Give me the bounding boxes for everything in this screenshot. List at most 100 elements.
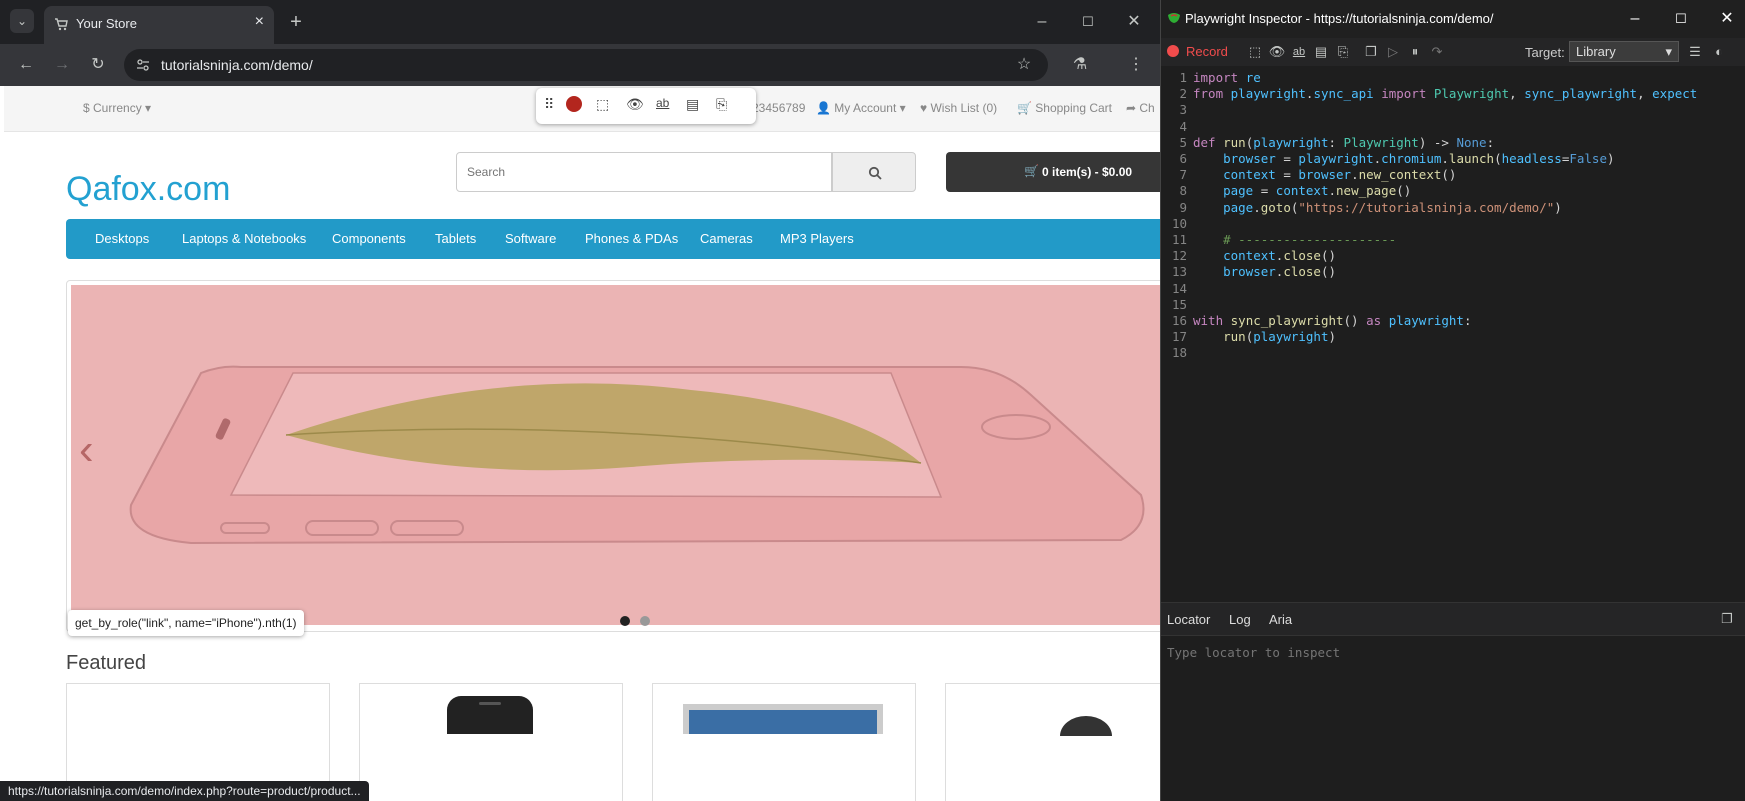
assert-visibility-icon[interactable]: 👁 bbox=[626, 96, 644, 113]
macbook-thumbnail bbox=[683, 704, 883, 734]
nav-cameras[interactable]: Cameras bbox=[700, 231, 753, 246]
assert-value-icon[interactable]: ▤ bbox=[686, 96, 699, 113]
chevron-down-icon: ▾ bbox=[1665, 44, 1672, 59]
code-line[interactable]: 18 bbox=[1161, 345, 1193, 363]
record-icon[interactable] bbox=[566, 96, 582, 112]
pause-icon[interactable]: ⏸ bbox=[1403, 40, 1427, 64]
assert-text-icon[interactable]: ab bbox=[1287, 40, 1311, 64]
step-over-icon[interactable]: ↷ bbox=[1425, 40, 1449, 64]
search-button[interactable] bbox=[832, 152, 916, 192]
my-account-dropdown[interactable]: 👤 My Account ▾ bbox=[816, 101, 906, 115]
currency-dropdown[interactable]: $ Currency ▾ bbox=[83, 101, 151, 115]
store-logo[interactable]: Qafox.com bbox=[66, 170, 230, 209]
drag-handle-icon[interactable]: ⠿ bbox=[544, 96, 554, 113]
nav-components[interactable]: Components bbox=[332, 231, 406, 246]
product-card[interactable] bbox=[652, 683, 916, 801]
cart-button[interactable]: 🛒 0 item(s) - $0.00 bbox=[946, 152, 1160, 192]
inspector-toolbar: Record ⬚ 👁 ab ▤ ⎘ ❐ ▷ ⏸ ↷ Target: Librar… bbox=[1161, 38, 1745, 66]
slider-dot-2[interactable] bbox=[640, 616, 650, 626]
wish-list-link[interactable]: ♥ Wish List (0) bbox=[920, 101, 997, 115]
nav-mp3-players[interactable]: MP3 Players bbox=[780, 231, 854, 246]
slider-dot-1[interactable] bbox=[620, 616, 630, 626]
tab-your-store[interactable]: Your Store × bbox=[44, 6, 274, 44]
line-number: 9 bbox=[1179, 199, 1187, 215]
tab-locator[interactable]: Locator bbox=[1167, 612, 1210, 627]
line-number: 11 bbox=[1171, 232, 1187, 247]
inspector-maximize-icon[interactable]: ☐ bbox=[1669, 7, 1693, 31]
minimize-icon[interactable]: – bbox=[1030, 10, 1054, 34]
code-line[interactable]: 2 from playwright.sync_api import Playwri… bbox=[1161, 86, 1697, 104]
search-icon bbox=[868, 166, 882, 180]
iphone-slide-image[interactable]: ‹ bbox=[71, 285, 1160, 625]
settings-lines-icon[interactable]: ☰ bbox=[1683, 40, 1707, 64]
line-number: 17 bbox=[1171, 329, 1187, 345]
my-account-label: My Account bbox=[834, 101, 897, 115]
inspector-title: Playwright Inspector - https://tutorials… bbox=[1185, 11, 1494, 26]
copy-locator-icon[interactable]: ❐ bbox=[1715, 607, 1739, 631]
assert-visibility-icon[interactable]: 👁 bbox=[1265, 40, 1289, 64]
nav-desktops[interactable]: Desktops bbox=[95, 231, 149, 246]
nav-software[interactable]: Software bbox=[505, 231, 556, 246]
forward-icon[interactable]: → bbox=[50, 53, 74, 77]
pick-locator-icon[interactable]: ⬚ bbox=[596, 96, 609, 113]
tab-close-icon[interactable]: × bbox=[255, 13, 264, 31]
target-select[interactable]: Library ▾ bbox=[1569, 41, 1679, 62]
shopping-cart-link[interactable]: 🛒 Shopping Cart bbox=[1017, 101, 1112, 115]
line-number: 6 bbox=[1179, 151, 1187, 166]
hero-slider: ‹ bbox=[66, 280, 1160, 632]
labs-flask-icon[interactable]: ⚗ bbox=[1068, 53, 1092, 77]
url-text: tutorialsninja.com/demo/ bbox=[161, 57, 313, 73]
assert-value-icon[interactable]: ▤ bbox=[1309, 40, 1333, 64]
browser-menu-icon[interactable]: ⋮ bbox=[1124, 53, 1148, 77]
tab-log[interactable]: Log bbox=[1229, 612, 1251, 627]
line-number: 3 bbox=[1179, 102, 1187, 118]
inspector-bottom-tabs: Locator Log Aria ❐ bbox=[1161, 602, 1745, 636]
inspector-close-icon[interactable]: ✕ bbox=[1715, 7, 1739, 31]
new-tab-icon[interactable]: + bbox=[284, 10, 308, 34]
cart-label: 0 item(s) - $0.00 bbox=[1042, 165, 1133, 179]
cart-favicon-icon bbox=[55, 18, 68, 31]
playwright-logo-icon bbox=[1168, 13, 1180, 23]
assert-snapshot-icon[interactable]: ⎘ bbox=[716, 96, 727, 113]
pick-locator-icon[interactable]: ⬚ bbox=[1243, 40, 1267, 64]
tab-search-icon[interactable]: ⌄ bbox=[10, 9, 34, 33]
site-info-icon[interactable] bbox=[136, 58, 150, 72]
phone-number[interactable]: 23456789 bbox=[752, 101, 805, 115]
iphone-illustration bbox=[129, 365, 1145, 545]
line-number: 1 bbox=[1179, 70, 1187, 85]
category-nav: Desktops Laptops & Notebooks Components … bbox=[66, 219, 1160, 259]
maximize-icon[interactable]: ☐ bbox=[1076, 10, 1100, 34]
checkout-link[interactable]: ➦ Ch bbox=[1126, 101, 1155, 115]
address-bar[interactable]: tutorialsninja.com/demo/ ☆ bbox=[124, 49, 1048, 81]
close-window-icon[interactable]: ✕ bbox=[1122, 10, 1146, 34]
generated-code-editor[interactable]: 1 import re 2 from playwright.sync_api impo… bbox=[1161, 70, 1745, 600]
assert-snapshot-icon[interactable]: ⎘ bbox=[1331, 40, 1355, 64]
back-icon[interactable]: ← bbox=[14, 53, 38, 77]
product-card[interactable] bbox=[945, 683, 1160, 801]
bookmark-star-icon[interactable]: ☆ bbox=[1012, 53, 1036, 77]
resume-icon[interactable]: ▷ bbox=[1381, 40, 1405, 64]
theme-toggle-icon[interactable]: ◐ bbox=[1707, 40, 1731, 64]
line-number: 12 bbox=[1171, 248, 1187, 264]
playwright-overlay-toolbar: ⠿ ⬚ 👁 ab ▤ ⎘ bbox=[536, 88, 756, 124]
code-line[interactable]: 9 page.goto("https://tutorialsninja.com/… bbox=[1161, 199, 1561, 218]
search-input[interactable] bbox=[457, 153, 831, 191]
record-label: Record bbox=[1186, 44, 1228, 59]
featured-heading: Featured bbox=[66, 652, 147, 674]
product-card[interactable] bbox=[359, 683, 623, 801]
locator-input[interactable] bbox=[1167, 642, 1727, 662]
browser-toolbar: ← → ↻ tutorialsninja.com/demo/ ☆ ⚗ ⋮ bbox=[0, 44, 1160, 86]
copy-icon[interactable]: ❐ bbox=[1359, 40, 1383, 64]
locator-tooltip: get_by_role("link", name="iPhone").nth(1… bbox=[68, 610, 304, 636]
assert-text-icon[interactable]: ab bbox=[656, 96, 669, 110]
inspector-minimize-icon[interactable]: – bbox=[1623, 7, 1647, 31]
nav-phones[interactable]: Phones & PDAs bbox=[585, 231, 678, 246]
line-number: 7 bbox=[1179, 167, 1187, 183]
slider-prev-icon[interactable]: ‹ bbox=[79, 425, 94, 475]
reload-icon[interactable]: ↻ bbox=[86, 53, 110, 77]
nav-laptops[interactable]: Laptops & Notebooks bbox=[182, 231, 306, 246]
browser-window: ⌄ Your Store × + – ☐ ✕ ← → ↻ tutorialsni… bbox=[0, 0, 1160, 801]
nav-tablets[interactable]: Tablets bbox=[435, 231, 476, 246]
target-label: Target: bbox=[1525, 45, 1565, 60]
tab-aria[interactable]: Aria bbox=[1269, 612, 1292, 627]
